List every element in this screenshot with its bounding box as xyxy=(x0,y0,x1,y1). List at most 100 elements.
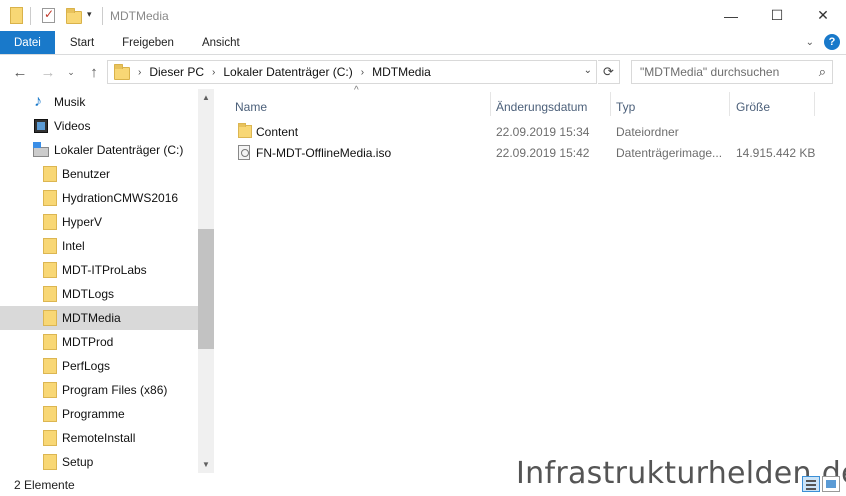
breadcrumb-separator[interactable]: › xyxy=(361,67,364,78)
column-divider[interactable] xyxy=(610,92,611,116)
breadcrumb-separator[interactable]: › xyxy=(212,67,215,78)
nav-item-musik[interactable]: ♪ Musik xyxy=(0,90,198,114)
recent-locations-button[interactable]: ⌄ xyxy=(64,60,78,84)
scroll-up-button[interactable]: ▲ xyxy=(198,89,214,106)
address-bar[interactable]: › Dieser PC › Lokaler Datenträger (C:) ›… xyxy=(107,60,597,84)
folder-icon xyxy=(238,123,252,138)
nav-item-programme[interactable]: Programme xyxy=(0,402,198,426)
details-view-icon xyxy=(806,480,816,482)
nav-item-label: Musik xyxy=(54,95,86,109)
ribbon-collapse-icon[interactable]: ⌄ xyxy=(806,37,814,48)
nav-item-perflogs[interactable]: PerfLogs xyxy=(0,354,198,378)
maximize-button[interactable]: ☐ xyxy=(754,0,800,31)
tab-ansicht[interactable]: Ansicht xyxy=(188,31,254,54)
back-button[interactable]: ← xyxy=(8,60,32,84)
column-divider[interactable] xyxy=(814,92,815,116)
column-header-type[interactable]: Typ xyxy=(616,95,635,119)
nav-item-label: Intel xyxy=(62,239,85,253)
folder-icon xyxy=(43,262,57,278)
folder-icon xyxy=(43,238,57,254)
title-bar: ▾ MDTMedia — ☐ ✕ xyxy=(0,0,846,31)
folder-icon xyxy=(43,406,57,422)
nav-item-hydrationcmws2016[interactable]: HydrationCMWS2016 xyxy=(0,186,198,210)
nav-item-mdt-itprolabs[interactable]: MDT-ITProLabs xyxy=(0,258,198,282)
nav-item-label: MDTMedia xyxy=(62,311,121,325)
file-type: Datenträgerimage... xyxy=(616,145,723,160)
window-title: MDTMedia xyxy=(110,9,169,23)
large-icons-view-button[interactable] xyxy=(822,476,840,492)
videos-icon xyxy=(34,119,48,133)
nav-item-intel[interactable]: Intel xyxy=(0,234,198,258)
nav-item-label: MDT-ITProLabs xyxy=(62,263,147,277)
file-name: FN-MDT-OfflineMedia.iso xyxy=(256,145,392,160)
file-size: 14.915.442 KB xyxy=(736,145,816,160)
nav-item-label: MDTLogs xyxy=(62,287,115,301)
minimize-icon: — xyxy=(724,7,738,24)
column-divider[interactable] xyxy=(729,92,730,116)
folder-icon xyxy=(10,7,23,24)
nav-item-mdtprod[interactable]: MDTProd xyxy=(0,330,198,354)
forward-arrow-icon: → xyxy=(40,63,56,81)
nav-item-label: PerfLogs xyxy=(62,359,111,373)
nav-item-setup[interactable]: Setup xyxy=(0,450,198,473)
nav-item-local-disk[interactable]: Lokaler Datenträger (C:) xyxy=(0,138,198,162)
search-box[interactable]: ⌕ xyxy=(631,60,833,84)
quick-access-dropdown-icon[interactable]: ▾ xyxy=(87,9,92,20)
address-dropdown-icon[interactable]: ⌄ xyxy=(584,65,592,76)
breadcrumb-mdtmedia[interactable]: MDTMedia xyxy=(372,65,431,79)
details-view-button[interactable] xyxy=(802,476,820,492)
tab-datei[interactable]: Datei xyxy=(0,31,55,54)
search-icon[interactable]: ⌕ xyxy=(819,64,826,80)
forward-button[interactable]: → xyxy=(36,60,60,84)
disc-image-icon xyxy=(238,142,250,163)
nav-item-label: Program Files (x86) xyxy=(62,383,168,397)
new-folder-icon[interactable] xyxy=(66,8,82,24)
details-view-icon xyxy=(806,484,816,486)
folder-icon xyxy=(43,430,57,446)
drive-icon xyxy=(33,142,49,157)
back-arrow-icon: ← xyxy=(12,63,28,81)
column-header-size[interactable]: Größe xyxy=(736,95,770,119)
breadcrumb-dieser-pc[interactable]: Dieser PC xyxy=(149,65,204,79)
chevron-down-icon: ⌄ xyxy=(67,66,75,77)
up-arrow-icon: ↑ xyxy=(90,63,98,81)
nav-item-label: HydrationCMWS2016 xyxy=(62,191,179,205)
tab-freigeben[interactable]: Freigeben xyxy=(108,31,188,54)
folder-icon xyxy=(43,190,57,206)
minimize-button[interactable]: — xyxy=(708,0,754,31)
nav-item-label: HyperV xyxy=(62,215,103,229)
close-icon: ✕ xyxy=(817,7,829,23)
search-input[interactable] xyxy=(640,65,810,79)
nav-item-mdtlogs[interactable]: MDTLogs xyxy=(0,282,198,306)
folder-icon xyxy=(43,382,57,398)
breadcrumb-local-disk[interactable]: Lokaler Datenträger (C:) xyxy=(223,65,352,79)
nav-item-program-files-x86[interactable]: Program Files (x86) xyxy=(0,378,198,402)
column-header-name[interactable]: Name xyxy=(235,95,267,119)
close-button[interactable]: ✕ xyxy=(800,0,846,31)
file-row[interactable]: Content 22.09.2019 15:34 Dateiordner xyxy=(214,121,846,142)
nav-scrollbar[interactable]: ▲ ▼ xyxy=(198,89,214,473)
folder-icon xyxy=(238,121,252,142)
scroll-thumb[interactable] xyxy=(198,229,214,349)
nav-item-videos[interactable]: Videos xyxy=(0,114,198,138)
folder-icon xyxy=(43,286,57,302)
nav-item-benutzer[interactable]: Benutzer xyxy=(0,162,198,186)
folder-icon xyxy=(43,454,57,470)
details-view-icon xyxy=(806,488,816,490)
column-header-date[interactable]: Änderungsdatum xyxy=(496,95,587,119)
refresh-icon: ⟳ xyxy=(603,64,614,79)
nav-item-hyperv[interactable]: HyperV xyxy=(0,210,198,234)
nav-item-label: RemoteInstall xyxy=(62,431,136,445)
column-divider[interactable] xyxy=(490,92,491,116)
nav-item-mdtmedia[interactable]: MDTMedia xyxy=(0,306,198,330)
up-button[interactable]: ↑ xyxy=(82,60,106,84)
nav-item-label: Benutzer xyxy=(62,167,111,181)
help-icon[interactable]: ? xyxy=(824,34,840,50)
tab-start[interactable]: Start xyxy=(55,31,108,54)
properties-icon[interactable] xyxy=(42,7,55,23)
nav-item-remoteinstall[interactable]: RemoteInstall xyxy=(0,426,198,450)
file-row[interactable]: FN-MDT-OfflineMedia.iso 22.09.2019 15:42… xyxy=(214,142,846,163)
file-list: ^ Name Änderungsdatum Typ Größe Content … xyxy=(214,85,846,473)
scroll-down-button[interactable]: ▼ xyxy=(198,456,214,473)
refresh-button[interactable]: ⟳ xyxy=(598,60,620,84)
